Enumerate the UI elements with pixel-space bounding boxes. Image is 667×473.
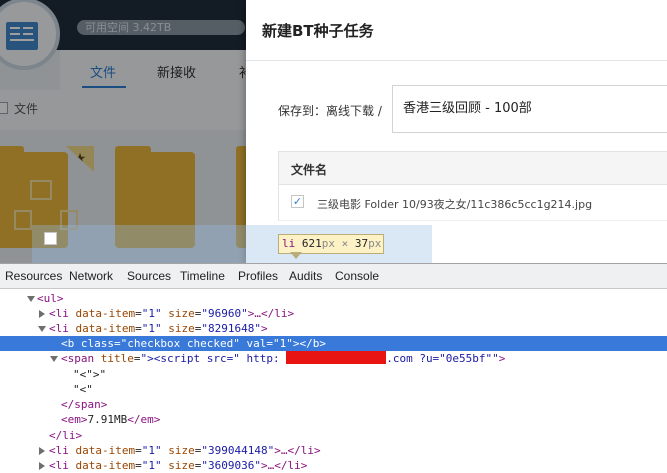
dom-node-em[interactable]: <em>7.91MB</em>: [0, 412, 667, 427]
expand-triangle-icon[interactable]: [39, 310, 45, 318]
tab-audits[interactable]: Audits: [289, 269, 322, 283]
dom-node-span[interactable]: <span title="><script src=" http: .com ?…: [0, 351, 667, 366]
dom-node-li[interactable]: <li data-item="1" size="8291648">: [0, 321, 667, 336]
file-table-header: 文件名: [278, 151, 667, 185]
divider: [246, 60, 667, 61]
tooltip-arrow: [290, 252, 302, 259]
tooltip-width: 621: [301, 237, 322, 250]
dom-node-li-close[interactable]: </li>: [0, 428, 667, 443]
file-name: 三级电影 Folder 10/93夜之女/11c386c5cc1g214.jpg: [317, 198, 593, 211]
tab-console[interactable]: Console: [335, 269, 379, 283]
dom-node-span-close[interactable]: </span>: [0, 397, 667, 412]
save-to-label: 保存到：离线下载 /: [278, 104, 382, 118]
redacted-url-block: [286, 351, 387, 364]
tab-sources[interactable]: Sources: [127, 269, 171, 283]
column-header-filename: 文件名: [291, 163, 328, 177]
file-checkbox[interactable]: [44, 232, 57, 245]
expand-triangle-icon[interactable]: [39, 447, 45, 455]
tooltip-times: ×: [341, 237, 349, 250]
new-bt-task-dialog: 新建BT种子任务 保存到：离线下载 / 香港三级回顾 - 100部 文件名 ✓ …: [246, 0, 667, 263]
dom-node-li[interactable]: <li data-item="1" size="399044148">…</li…: [0, 443, 667, 458]
tooltip-tag: li: [282, 237, 296, 250]
tab-resources[interactable]: Resources: [5, 269, 62, 283]
dialog-title: 新建BT种子任务: [262, 22, 374, 40]
dom-text-node[interactable]: "<": [0, 382, 667, 397]
dom-text-node[interactable]: "<">": [0, 367, 667, 382]
collapse-triangle-icon[interactable]: [38, 326, 46, 332]
file-checkbox[interactable]: ✓: [291, 195, 304, 208]
tab-timeline[interactable]: Timeline: [180, 269, 225, 283]
collapse-triangle-icon[interactable]: [27, 296, 35, 302]
expand-triangle-icon[interactable]: [39, 462, 45, 470]
tooltip-height: 37: [354, 237, 369, 250]
file-row[interactable]: ✓ 三级电影 Folder 10/93夜之女/11c386c5cc1g214.j…: [278, 185, 667, 221]
dom-node-ul[interactable]: <ul>: [0, 291, 667, 306]
save-path-field[interactable]: 香港三级回顾 - 100部: [392, 85, 667, 133]
dom-node-b-selected[interactable]: <b class="checkbox checked" val="1"></b>: [0, 336, 667, 351]
devtools-tab-bar: Resources Network Sources Timeline Profi…: [0, 264, 667, 289]
tab-network[interactable]: Network: [69, 269, 113, 283]
devtools-panel: Resources Network Sources Timeline Profi…: [0, 263, 667, 472]
tooltip-height-unit: px: [368, 237, 382, 250]
inspector-size-tooltip: li 621px × 37px: [278, 234, 385, 254]
dom-node-li[interactable]: <li data-item="1" size="96960">…</li>: [0, 306, 667, 321]
tooltip-width-unit: px: [321, 237, 335, 250]
collapse-triangle-icon[interactable]: [50, 356, 58, 362]
tab-profiles[interactable]: Profiles: [238, 269, 278, 283]
